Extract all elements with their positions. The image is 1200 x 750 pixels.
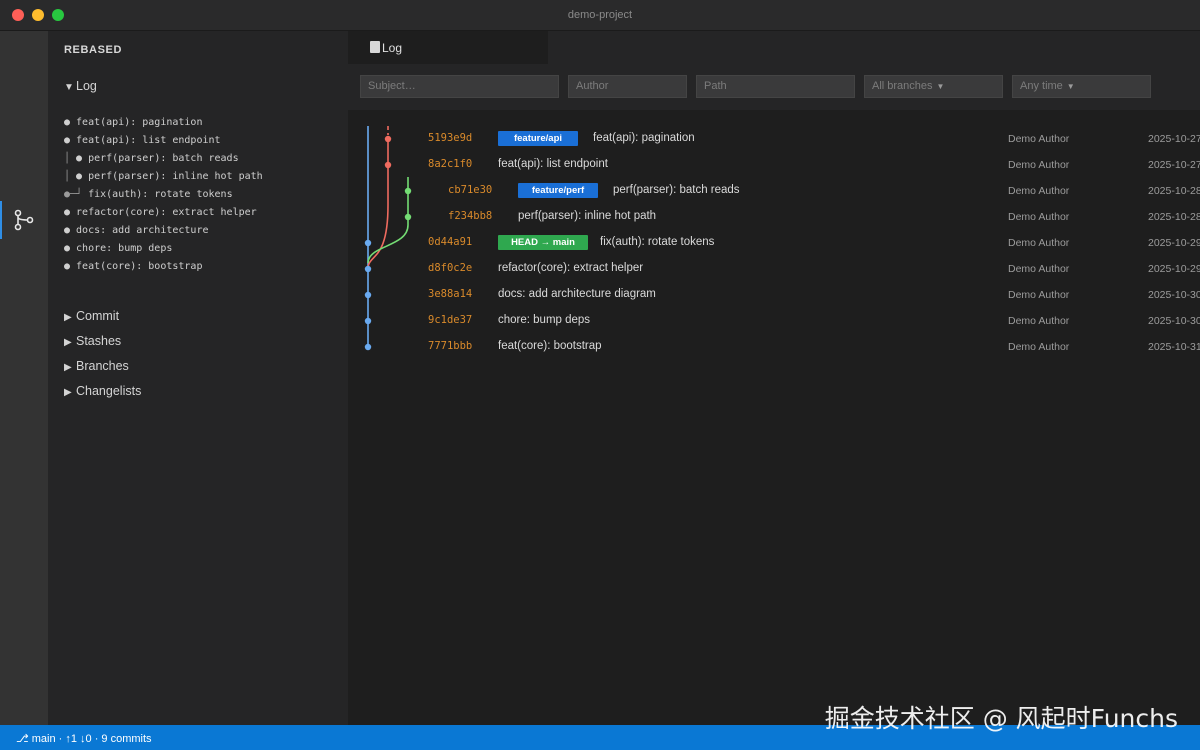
- commit-hash: 0d44a91: [428, 236, 473, 248]
- commit-date: 2025-10-29: [1148, 263, 1200, 275]
- log-tree-item[interactable]: ● feat(api): list endpoint: [64, 132, 263, 150]
- active-indicator: [0, 201, 2, 239]
- log-tree-item[interactable]: ● refactor(core): extract helper: [64, 204, 263, 222]
- filter-bar: Subject… Author Path All branches ▼ Any t…: [348, 64, 1200, 110]
- commit-hash: d8f0c2e: [428, 262, 473, 274]
- commit-row[interactable]: 7771bbb feat(core): bootstrap Demo Author 2…: [348, 334, 1200, 360]
- commit-row[interactable]: cb71e30 feature/perf perf(parser): batch r…: [348, 178, 1200, 204]
- commit-date: 2025-10-31: [1148, 341, 1200, 353]
- commit-subject: perf(parser): inline hot path: [518, 210, 657, 222]
- tab-log-label: Log: [382, 41, 403, 55]
- commit-date: 2025-10-28: [1148, 185, 1200, 197]
- log-tree-item[interactable]: ● chore: bump deps: [64, 240, 263, 258]
- section-log[interactable]: ▼ Log: [64, 79, 97, 93]
- commit-hash: 7771bbb: [428, 340, 473, 352]
- branch-badge[interactable]: feature/api: [498, 131, 578, 146]
- commit-date: 2025-10-30: [1148, 289, 1200, 301]
- sidebar: REBASED ▼ Log ● feat(api): pagination ● f…: [48, 31, 348, 725]
- log-tree-item[interactable]: ● feat(core): bootstrap: [64, 258, 263, 276]
- commit-hash: 9c1de37: [428, 314, 473, 326]
- triangle-right-icon: ▶: [64, 387, 72, 398]
- commit-date: 2025-10-29: [1148, 237, 1200, 249]
- editor-area: Log Subject… Author Path All branches ▼ A…: [348, 31, 1200, 725]
- commit-author: Demo Author: [1008, 289, 1070, 301]
- commit-subject: fix(auth): rotate tokens: [600, 236, 715, 248]
- section-commit[interactable]: ▶ Commit: [64, 309, 119, 323]
- sidebar-heading: REBASED: [64, 44, 122, 56]
- commit-subject: refactor(core): extract helper: [498, 262, 644, 274]
- author-filter-input[interactable]: Author: [568, 75, 687, 98]
- commit-row[interactable]: 3e88a14 docs: add architecture diagram Dem…: [348, 282, 1200, 308]
- commit-hash: cb71e30: [448, 184, 493, 196]
- commit-row[interactable]: f234bb8 perf(parser): inline hot path Demo…: [348, 204, 1200, 230]
- status-bar-branch[interactable]: ⎇ main · ↑1 ↓0 · 9 commits: [16, 732, 152, 745]
- path-filter-input[interactable]: Path: [696, 75, 855, 98]
- commit-subject: feat(api): list endpoint: [498, 158, 608, 170]
- caret-down-icon: ▼: [936, 82, 945, 91]
- commit-subject: feat(api): pagination: [593, 132, 695, 144]
- commit-author: Demo Author: [1008, 315, 1070, 327]
- commit-author: Demo Author: [1008, 263, 1070, 275]
- time-filter-select[interactable]: Any time ▼: [1012, 75, 1151, 98]
- commit-date: 2025-10-30: [1148, 315, 1200, 327]
- section-log-label: Log: [76, 79, 97, 93]
- commit-subject: docs: add architecture diagram: [498, 288, 656, 300]
- log-tree: ● feat(api): pagination ● feat(api): lis…: [64, 114, 263, 276]
- tab-log[interactable]: Log: [348, 31, 548, 64]
- log-tree-item[interactable]: ● docs: add architecture: [64, 222, 263, 240]
- section-changelists-label: Changelists: [76, 384, 142, 398]
- commit-author: Demo Author: [1008, 159, 1070, 171]
- triangle-right-icon: ▶: [64, 362, 72, 373]
- commit-author: Demo Author: [1008, 341, 1070, 353]
- commit-row[interactable]: 8a2c1f0 feat(api): list endpoint Demo Auth…: [348, 152, 1200, 178]
- commit-graph: 5193e9d feature/api feat(api): pagination D…: [348, 126, 1200, 366]
- log-tree-item[interactable]: ●─┘ fix(auth): rotate tokens: [64, 186, 263, 204]
- tab-bar: Log: [348, 31, 1200, 64]
- commit-hash: 3e88a14: [428, 288, 473, 300]
- commit-row[interactable]: 9c1de37 chore: bump deps Demo Author 2025-1…: [348, 308, 1200, 334]
- activity-item-source-control[interactable]: [0, 201, 48, 239]
- triangle-right-icon: ▶: [64, 312, 72, 323]
- commit-row[interactable]: 5193e9d feature/api feat(api): pagination D…: [348, 126, 1200, 152]
- section-stashes-label: Stashes: [76, 334, 122, 348]
- branch-filter-select[interactable]: All branches ▼: [864, 75, 1003, 98]
- activity-bar: [0, 31, 48, 725]
- triangle-right-icon: ▶: [64, 337, 72, 348]
- caret-down-icon: ▼: [1066, 82, 1075, 91]
- watermark: 掘金技术社区 @ 风起时Funchs: [824, 704, 1178, 733]
- commit-author: Demo Author: [1008, 133, 1070, 145]
- subject-filter-input[interactable]: Subject…: [360, 75, 559, 98]
- commit-date: 2025-10-27: [1148, 133, 1200, 145]
- commit-row[interactable]: 0d44a91 HEAD → main fix(auth): rotate toke…: [348, 230, 1200, 256]
- section-changelists[interactable]: ▶ Changelists: [64, 384, 141, 398]
- commit-subject: perf(parser): batch reads: [613, 184, 740, 196]
- commit-author: Demo Author: [1008, 237, 1070, 249]
- triangle-down-icon: ▼: [64, 82, 74, 93]
- commit-date: 2025-10-28: [1148, 211, 1200, 223]
- log-tree-item[interactable]: │ ● perf(parser): inline hot path: [64, 168, 263, 186]
- section-stashes[interactable]: ▶ Stashes: [64, 334, 121, 348]
- commit-hash: 5193e9d: [428, 132, 473, 144]
- section-commit-label: Commit: [76, 309, 120, 323]
- commit-hash: f234bb8: [448, 210, 493, 222]
- commit-author: Demo Author: [1008, 185, 1070, 197]
- file-icon: [370, 41, 380, 53]
- source-control-graph-icon: [12, 208, 36, 237]
- branch-badge[interactable]: feature/perf: [518, 183, 598, 198]
- head-badge[interactable]: HEAD → main: [498, 235, 588, 250]
- commit-hash: 8a2c1f0: [428, 158, 473, 170]
- section-branches-label: Branches: [76, 359, 129, 373]
- commit-date: 2025-10-27: [1148, 159, 1200, 171]
- commit-subject: chore: bump deps: [498, 314, 591, 326]
- log-tree-item[interactable]: │ ● perf(parser): batch reads: [64, 150, 263, 168]
- title-bar: demo-project: [0, 0, 1200, 31]
- commit-row[interactable]: d8f0c2e refactor(core): extract helper Dem…: [348, 256, 1200, 282]
- window-title: demo-project: [567, 9, 633, 21]
- commit-subject: feat(core): bootstrap: [498, 340, 602, 352]
- commit-author: Demo Author: [1008, 211, 1070, 223]
- section-branches[interactable]: ▶ Branches: [64, 359, 129, 373]
- log-tree-item[interactable]: ● feat(api): pagination: [64, 114, 263, 132]
